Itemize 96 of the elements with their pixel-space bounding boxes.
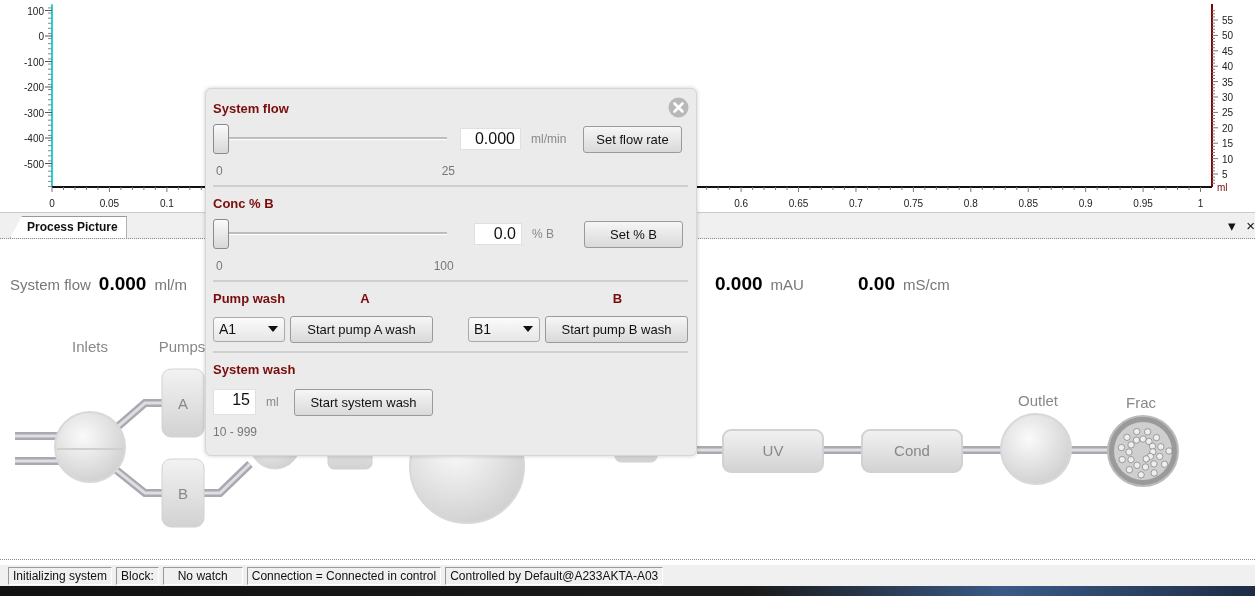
status-text: No watch: [162, 566, 243, 585]
section-label: Inlets: [72, 338, 108, 355]
set-button[interactable]: Set flow rate: [583, 125, 682, 153]
component-label: Cond: [894, 442, 930, 459]
axis-label: 0.9: [1078, 198, 1093, 209]
unit-label: ml/min: [531, 132, 568, 146]
status-text: Connection = Connected in control: [246, 566, 442, 585]
tube-drawing: [697, 446, 725, 454]
axis-label: 0.95: [1133, 198, 1153, 209]
pump-heading: A: [360, 290, 370, 306]
axis-label: 35: [1222, 76, 1234, 88]
reading-unit: mAU: [770, 276, 804, 293]
axis-label: 5: [1222, 169, 1228, 180]
mixer-valve-icon: [54, 411, 126, 483]
axis-label: 1: [1197, 198, 1204, 209]
axis-label: 100: [27, 5, 44, 17]
reading-value: 0.000: [98, 273, 147, 295]
outlet-valve-icon: [1000, 413, 1072, 485]
inlet-dropdown[interactable]: B1: [468, 316, 540, 342]
scale-max-label: 100: [433, 259, 454, 273]
pump-heading: B: [612, 290, 623, 306]
tab-menu-caret[interactable]: ▾: [1228, 216, 1237, 235]
start-system-wash-button[interactable]: Start system wash: [294, 388, 433, 416]
section-label: Pumps: [158, 338, 206, 355]
slider-thumb[interactable]: [213, 219, 229, 249]
component-label: UV: [762, 442, 784, 459]
axis-unit: ml: [1217, 182, 1228, 193]
set-button[interactable]: Set % B: [584, 220, 683, 248]
section-title: System flow: [213, 100, 289, 116]
axis-label: 45: [1222, 45, 1234, 57]
unit-label: ml: [266, 395, 280, 409]
axis-label: 0: [38, 31, 44, 42]
status-text: Block:: [116, 566, 159, 585]
axis-label: 0.7: [849, 198, 863, 209]
axis-label: -200: [24, 82, 44, 93]
section-title: Conc % B: [213, 195, 274, 211]
axis-label: 50: [1222, 30, 1234, 42]
value-field[interactable]: 0.0: [474, 223, 522, 245]
axis-label: -500: [24, 158, 44, 170]
status-text: Initializing system: [8, 566, 113, 585]
reading-value: 0.000: [715, 273, 763, 295]
value-field[interactable]: 0.000: [460, 128, 521, 150]
axis-label: 25: [1222, 107, 1234, 119]
axis-label: 0.8: [963, 198, 978, 209]
tube-drawing: [15, 457, 60, 465]
process-picture-tab[interactable]: Process Picture: [10, 216, 127, 238]
scale-min-label: 0: [216, 259, 223, 273]
tube-drawing: [960, 446, 1003, 454]
axis-label: 0.6: [734, 198, 749, 209]
axis-label: 15: [1222, 138, 1234, 150]
section-title: Pump wash: [213, 290, 286, 306]
range-hint: 10 - 999: [213, 425, 258, 441]
tube-drawing: [15, 432, 60, 440]
unit-label: % B: [532, 227, 555, 241]
axis-label: 0.85: [1018, 198, 1038, 209]
close-icon[interactable]: [668, 97, 689, 118]
axis-label: -100: [24, 56, 44, 68]
pump-block[interactable]: [161, 458, 205, 528]
volume-field[interactable]: 15: [213, 389, 256, 415]
slider-thumb[interactable]: [213, 124, 229, 154]
pump-label: B: [178, 485, 188, 502]
status-text: Controlled by Default@A233AKTA-A03: [445, 566, 664, 585]
axis-label: 10: [1222, 153, 1234, 165]
component-label: Frac: [1126, 394, 1156, 411]
reading-value: 0.00: [858, 273, 895, 295]
component-label: Outlet: [1018, 392, 1058, 409]
tube-drawing: [821, 446, 864, 454]
axis-label: 20: [1222, 122, 1234, 134]
axis-label: -300: [24, 107, 44, 119]
fraction-collector-icon: [1107, 415, 1179, 487]
axis-label: 40: [1222, 61, 1234, 73]
start-pump-wash-button[interactable]: Start pump B wash: [545, 315, 688, 343]
axis-label: 0.1: [159, 198, 174, 209]
value-slider[interactable]: [213, 219, 447, 249]
scale-min-label: 0: [216, 164, 223, 178]
reading-label: System flow: [10, 276, 91, 293]
scale-max-label: 25: [441, 164, 456, 178]
pump-label: A: [178, 395, 188, 412]
axis-label: 0.05: [99, 198, 120, 209]
axis-label: 30: [1222, 92, 1234, 103]
caret-icon: [268, 326, 278, 332]
reading-unit: ml/m: [154, 276, 187, 293]
start-pump-wash-button[interactable]: Start pump A wash: [290, 315, 433, 343]
tube-drawing: [1069, 446, 1110, 454]
axis-label: 0.75: [903, 198, 924, 209]
axis-label: 0.65: [788, 198, 809, 209]
reading-unit: mS/cm: [903, 276, 950, 293]
inlet-dropdown[interactable]: A1: [213, 316, 285, 342]
axis-label: -400: [24, 133, 44, 144]
close-panel-button[interactable]: ×: [1246, 216, 1255, 235]
value-slider[interactable]: [213, 124, 447, 154]
axis-label: 55: [1222, 15, 1234, 26]
section-title: System wash: [213, 361, 296, 377]
caret-icon: [523, 326, 533, 332]
pump-block[interactable]: [161, 368, 205, 438]
axis-label: 0: [49, 198, 55, 209]
